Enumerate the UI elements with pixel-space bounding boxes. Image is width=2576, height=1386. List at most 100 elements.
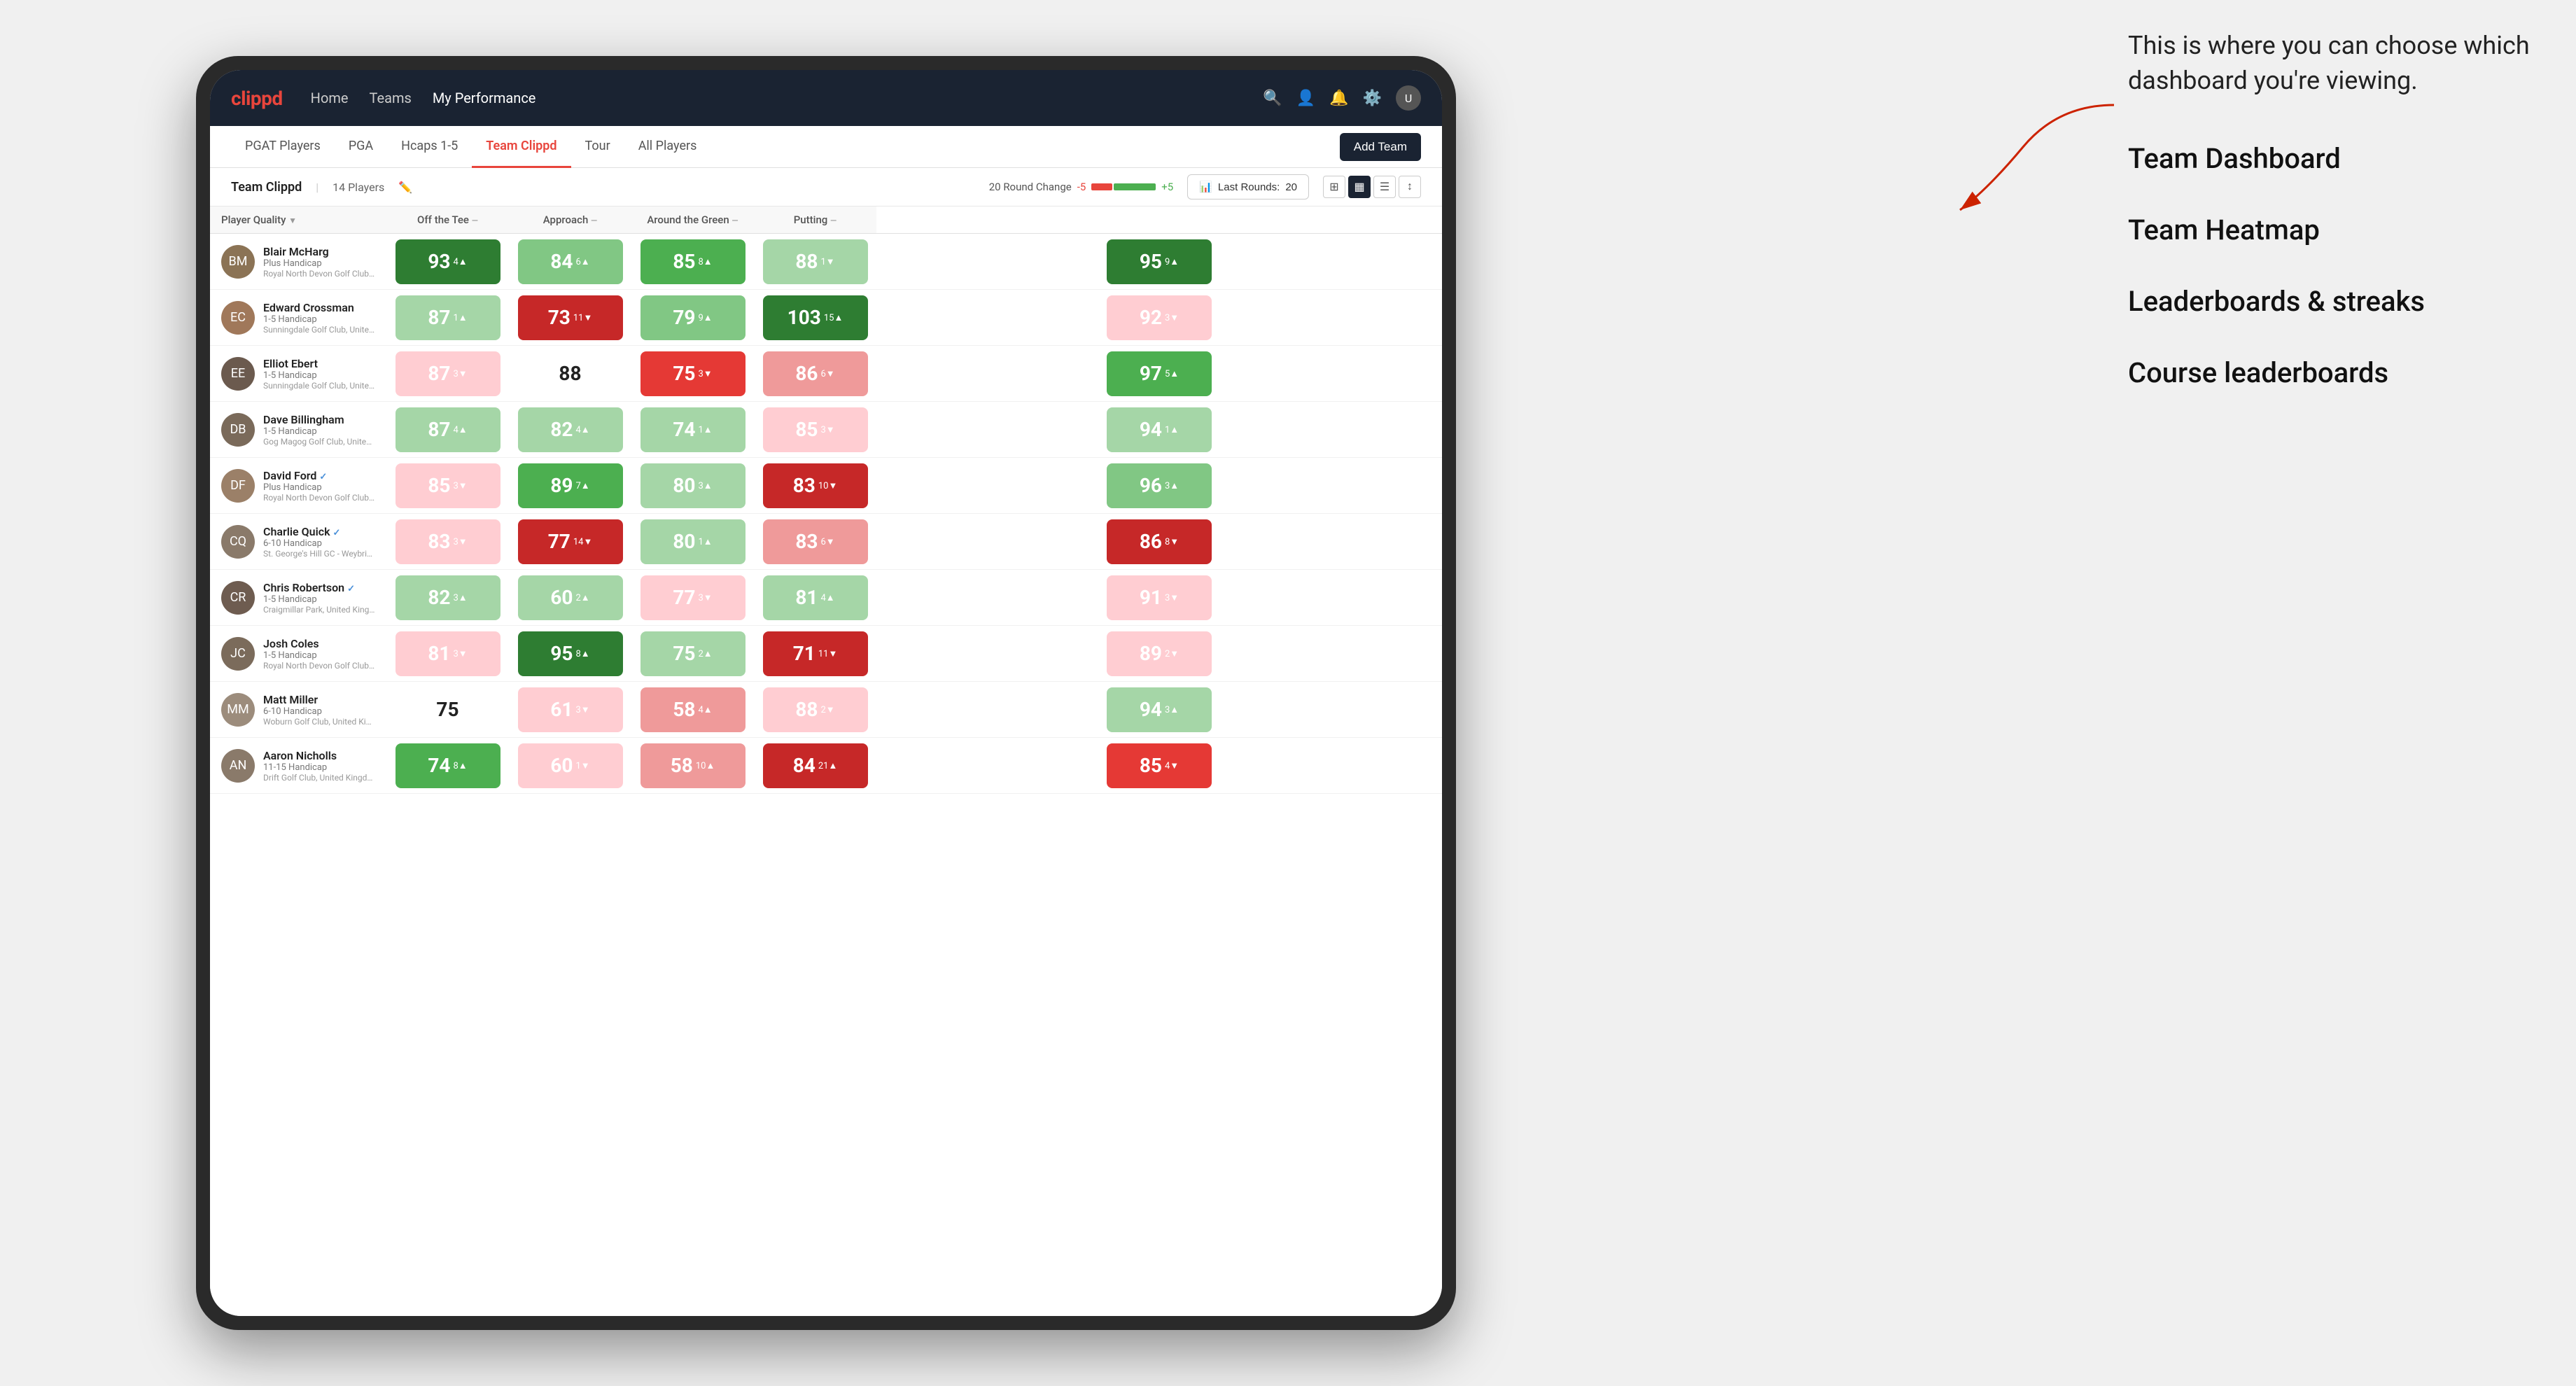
metric-change: 11▼ — [573, 312, 592, 323]
metric-value: 85 8▲ — [640, 239, 746, 284]
metric-value: 88 1▼ — [763, 239, 868, 284]
player-name: Elliot Ebert — [263, 357, 375, 370]
metric-number: 82 — [550, 418, 573, 441]
player-cell-6: CR Chris Robertson ✓ 1-5 Handicap Craigm… — [210, 570, 386, 626]
table-row[interactable]: DF David Ford ✓ Plus Handicap Royal Nort… — [210, 458, 1442, 514]
metric-change: 3▼ — [698, 368, 712, 379]
sub-nav-pgat[interactable]: PGAT Players — [231, 126, 335, 168]
metric-change: 10▲ — [696, 760, 715, 771]
metric-number: 75 — [436, 698, 458, 721]
player-avatar: JC — [221, 637, 255, 671]
metric-number: 97 — [1140, 362, 1162, 385]
metric-cell-4-3: 83 10▼ — [754, 458, 876, 514]
metric-value: 83 10▼ — [763, 463, 868, 508]
sub-nav-pga[interactable]: PGA — [335, 126, 387, 168]
sub-nav-all-players[interactable]: All Players — [624, 126, 711, 168]
metric-cell-1-1: 73 11▼ — [509, 290, 631, 346]
player-club: Royal North Devon Golf Club, United King… — [263, 661, 375, 671]
table-row[interactable]: JC Josh Coles 1-5 Handicap Royal North D… — [210, 626, 1442, 682]
sort-arrow-approach: — — [591, 216, 597, 225]
search-icon[interactable]: 🔍 — [1263, 90, 1282, 107]
metric-cell-6-0: 82 3▲ — [386, 570, 509, 626]
settings-icon[interactable]: ⚙️ — [1363, 90, 1382, 107]
metric-value: 85 3▼ — [396, 463, 500, 508]
team-info-bar: Team Clippd | 14 Players ✏️ 20 Round Cha… — [210, 168, 1442, 206]
metric-cell-1-0: 87 1▲ — [386, 290, 509, 346]
table-row[interactable]: AN Aaron Nicholls 11-15 Handicap Drift G… — [210, 738, 1442, 794]
metric-change: 5▲ — [1165, 368, 1179, 379]
add-team-button[interactable]: Add Team — [1340, 133, 1421, 161]
metric-cell-4-2: 80 3▲ — [631, 458, 754, 514]
player-info: JC Josh Coles 1-5 Handicap Royal North D… — [221, 637, 375, 671]
table-row[interactable]: CQ Charlie Quick ✓ 6-10 Handicap St. Geo… — [210, 514, 1442, 570]
metric-number: 83 — [795, 530, 818, 553]
col-header-off-tee[interactable]: Off the Tee — — [386, 206, 509, 234]
metric-value: 75 3▼ — [640, 351, 746, 396]
metric-number: 88 — [795, 698, 818, 721]
table-row[interactable]: EE Elliot Ebert 1-5 Handicap Sunningdale… — [210, 346, 1442, 402]
metric-cell-7-2: 75 2▲ — [631, 626, 754, 682]
player-info: CQ Charlie Quick ✓ 6-10 Handicap St. Geo… — [221, 525, 375, 559]
metric-change: 4▲ — [453, 256, 467, 267]
metric-number: 82 — [428, 586, 450, 609]
metric-change: 8▲ — [453, 760, 467, 771]
metric-cell-7-0: 81 3▼ — [386, 626, 509, 682]
metric-change: 3▲ — [453, 592, 467, 603]
metric-value: 81 3▼ — [396, 631, 500, 676]
metric-number: 85 — [428, 474, 450, 497]
metric-change: 3▼ — [1165, 592, 1179, 603]
sort-arrow-player: ▼ — [288, 216, 297, 225]
player-info: BM Blair McHarg Plus Handicap Royal Nort… — [221, 245, 375, 279]
table-row[interactable]: MM Matt Miller 6-10 Handicap Woburn Golf… — [210, 682, 1442, 738]
nav-link-teams[interactable]: Teams — [370, 90, 412, 106]
metric-change: 1▲ — [698, 536, 712, 547]
view-sort-button[interactable]: ↕ — [1399, 176, 1421, 198]
metric-number: 75 — [673, 642, 695, 665]
metric-change: 4▼ — [1165, 760, 1179, 771]
bell-icon[interactable]: 🔔 — [1329, 90, 1348, 107]
table-row[interactable]: DB Dave Billingham 1-5 Handicap Gog Mago… — [210, 402, 1442, 458]
view-list-button[interactable]: ☰ — [1373, 176, 1396, 198]
col-header-around-green[interactable]: Around the Green — — [631, 206, 754, 234]
view-grid-button[interactable]: ⊞ — [1323, 176, 1345, 198]
metric-cell-5-3: 83 6▼ — [754, 514, 876, 570]
user-avatar[interactable]: U — [1396, 85, 1421, 111]
metric-cell-7-4: 89 2▼ — [876, 626, 1442, 682]
metric-number: 94 — [1140, 418, 1162, 441]
metric-number: 81 — [428, 642, 450, 665]
team-name: Team Clippd — [231, 180, 302, 195]
metric-value: 58 10▲ — [640, 743, 746, 788]
metric-value: 74 1▲ — [640, 407, 746, 452]
sub-nav-team-clippd[interactable]: Team Clippd — [472, 126, 570, 168]
table-row[interactable]: EC Edward Crossman 1-5 Handicap Sunningd… — [210, 290, 1442, 346]
metric-value: 89 2▼ — [1107, 631, 1212, 676]
metric-cell-9-4: 85 4▼ — [876, 738, 1442, 794]
view-heatmap-button[interactable]: ▦ — [1348, 176, 1371, 198]
metric-value: 88 2▼ — [763, 687, 868, 732]
col-header-putting[interactable]: Putting — — [754, 206, 876, 234]
metric-value: 71 11▼ — [763, 631, 868, 676]
metric-cell-2-0: 87 3▼ — [386, 346, 509, 402]
nav-link-my-performance[interactable]: My Performance — [433, 90, 536, 106]
player-handicap: 1-5 Handicap — [263, 650, 375, 661]
table-row[interactable]: BM Blair McHarg Plus Handicap Royal Nort… — [210, 234, 1442, 290]
last-rounds-button[interactable]: 📊 Last Rounds: 20 — [1187, 174, 1309, 200]
user-icon[interactable]: 👤 — [1296, 90, 1315, 107]
metric-change: 3▼ — [453, 536, 467, 547]
player-name: Josh Coles — [263, 637, 375, 650]
tablet-frame: clippd Home Teams My Performance 🔍 👤 🔔 ⚙… — [196, 56, 1456, 1330]
col-header-approach[interactable]: Approach — — [509, 206, 631, 234]
metric-cell-9-0: 74 8▲ — [386, 738, 509, 794]
sub-nav-tour[interactable]: Tour — [571, 126, 624, 168]
last-rounds-value: 20 — [1285, 181, 1297, 193]
table-row[interactable]: CR Chris Robertson ✓ 1-5 Handicap Craigm… — [210, 570, 1442, 626]
metric-cell-3-1: 82 4▲ — [509, 402, 631, 458]
annotation-item-3: Leaderboards & streaks — [2128, 284, 2534, 320]
edit-icon[interactable]: ✏️ — [398, 181, 412, 194]
col-header-player[interactable]: Player Quality ▼ — [210, 206, 386, 234]
player-info: AN Aaron Nicholls 11-15 Handicap Drift G… — [221, 749, 375, 783]
sub-nav-hcaps[interactable]: Hcaps 1-5 — [387, 126, 472, 168]
metric-value: 96 3▲ — [1107, 463, 1212, 508]
metric-cell-4-4: 96 3▲ — [876, 458, 1442, 514]
nav-link-home[interactable]: Home — [311, 90, 349, 106]
